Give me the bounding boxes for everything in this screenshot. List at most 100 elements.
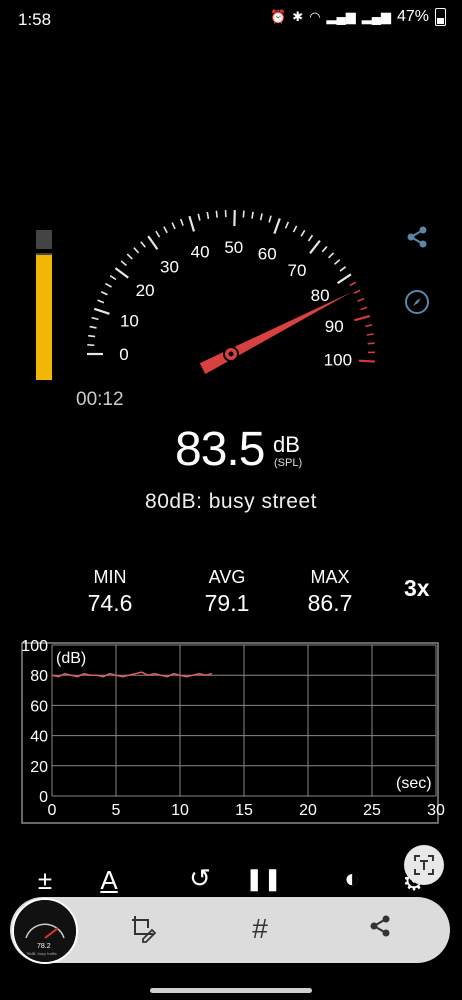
chart-x-tick: 10	[171, 802, 189, 819]
pause-button[interactable]: ❚❚	[245, 866, 282, 892]
gauge-tick	[147, 235, 159, 250]
chart-x-tick: 20	[299, 802, 317, 819]
gauge-label: 90	[325, 317, 344, 336]
gauge-tick	[91, 316, 99, 321]
share-icon	[407, 226, 427, 248]
gauge-needle-hub-center	[228, 351, 234, 357]
battery-icon	[435, 8, 446, 26]
gauge-tick	[367, 342, 375, 345]
gauge-label: 50	[224, 238, 243, 257]
chart-grid	[51, 644, 437, 797]
thumbnail-preview: 78.2 78dB: busy traffic	[14, 900, 76, 962]
chart-y-tick: 100	[21, 640, 48, 655]
gauge-tick	[93, 307, 110, 315]
gauge-tick	[307, 234, 314, 242]
chart-series	[51, 671, 213, 678]
screenshot-thumbnail[interactable]: 78.2 78dB: busy traffic	[12, 898, 78, 964]
chart-x-tick: 0	[48, 802, 57, 819]
gauge-tick	[339, 266, 347, 272]
gauge-tick	[105, 282, 112, 288]
sound-gauge: 0 10 20 30 40 50 60 7080 90 100	[87, 210, 375, 374]
gauge-tick	[88, 334, 96, 338]
stat-max-label: MAX	[310, 567, 350, 587]
gauge-tick	[97, 299, 105, 304]
chart-x-tick: 5	[112, 802, 121, 819]
stat-min-value: 74.6	[87, 590, 133, 616]
scan-text-button[interactable]	[404, 845, 444, 885]
battery-percent: 47%	[396, 8, 429, 25]
compass-button[interactable]	[402, 288, 432, 318]
status-bar: 1:58 ⏰ ✱ ◠ ▂▄▆ ▂▄▆ 47%	[0, 0, 462, 40]
gauge-tick	[155, 230, 161, 238]
gauge-tick	[300, 229, 306, 237]
home-indicator	[150, 988, 312, 993]
wifi-icon: ◠	[309, 9, 321, 24]
stat-max: MAX 86.7	[285, 567, 375, 617]
gauge-tick	[353, 289, 361, 295]
share-screenshot-button[interactable]	[362, 913, 398, 946]
stat-min: MIN 74.6	[65, 567, 155, 617]
font-button[interactable]: A	[91, 865, 127, 896]
stat-max-value: 86.7	[307, 590, 353, 616]
reset-button[interactable]: ↺	[182, 863, 218, 894]
gauge-tick	[292, 225, 298, 233]
gauge-tick	[273, 218, 281, 234]
gauge-tick	[188, 215, 196, 232]
gauge-tick	[358, 359, 375, 363]
edit-screenshot-button[interactable]	[126, 913, 162, 950]
gauge-ticks	[87, 210, 375, 363]
status-time: 1:58	[18, 10, 52, 29]
share-side-button[interactable]	[402, 224, 432, 254]
gauge-label: 60	[258, 244, 277, 263]
chart-y-label: (dB)	[56, 650, 86, 667]
gauge-tick	[354, 314, 371, 322]
gauge-tick	[126, 253, 133, 260]
gauge-label: 30	[160, 257, 179, 276]
chart-x-label: (sec)	[396, 775, 432, 792]
thumbnail-value: 78.2	[37, 943, 51, 950]
gauge-tick	[259, 213, 263, 221]
history-chart: 0 20 40 60 80 100 0 5 10 15 20 25 30 (dB) (sec)	[21, 640, 445, 824]
scan-text-icon	[414, 855, 434, 875]
calibrate-button[interactable]: ±	[27, 865, 63, 896]
share-icon	[370, 915, 390, 937]
signal-2-icon: ▂▄▆	[361, 9, 391, 24]
gauge-tick	[357, 297, 365, 303]
chart-y-tick: 80	[30, 668, 48, 685]
gauge-tick	[251, 211, 254, 219]
gauge-tick	[140, 241, 146, 248]
gauge-tick	[321, 246, 328, 253]
stat-avg-value: 79.1	[204, 590, 250, 616]
theme-button[interactable]: ◐	[334, 863, 370, 894]
gauge-tick	[333, 259, 341, 265]
signal-1-icon: ▂▄▆	[326, 9, 356, 24]
gauge-label: 10	[120, 311, 139, 330]
thumbnail-desc: 78dB: busy traffic	[26, 951, 57, 956]
reading-unit-sub: (SPL)	[274, 457, 303, 469]
chart-y-tick: 20	[30, 759, 48, 776]
gauge-label: 0	[119, 345, 128, 364]
gauge-tick	[242, 210, 245, 218]
gauge-tick	[171, 222, 176, 230]
alarm-icon: ⏰	[270, 9, 287, 24]
gauge-label: 100	[324, 351, 352, 370]
gauge-tick	[365, 324, 373, 328]
gauge-tick	[337, 273, 352, 285]
tag-button[interactable]: #	[242, 913, 278, 945]
status-icons: ⏰ ✱ ◠ ▂▄▆ ▂▄▆ 47%	[270, 8, 446, 26]
chart-y-tick: 60	[30, 698, 48, 715]
stat-avg: AVG 79.1	[182, 567, 272, 617]
gauge-label: 80	[311, 286, 330, 305]
gauge-label: 70	[288, 261, 307, 280]
chart-y-tick: 40	[30, 729, 48, 746]
gauge-tick	[133, 247, 140, 254]
gauge-tick	[349, 281, 357, 287]
chart-series-line	[51, 671, 213, 678]
gauge-tick	[89, 325, 97, 329]
zoom-multiplier-button[interactable]: 3x	[404, 575, 430, 602]
gauge-tick	[114, 267, 129, 279]
gauge-tick	[206, 211, 210, 220]
stat-min-label: MIN	[93, 567, 127, 587]
gauge-tick	[366, 333, 374, 336]
gauge-tick	[268, 215, 272, 223]
